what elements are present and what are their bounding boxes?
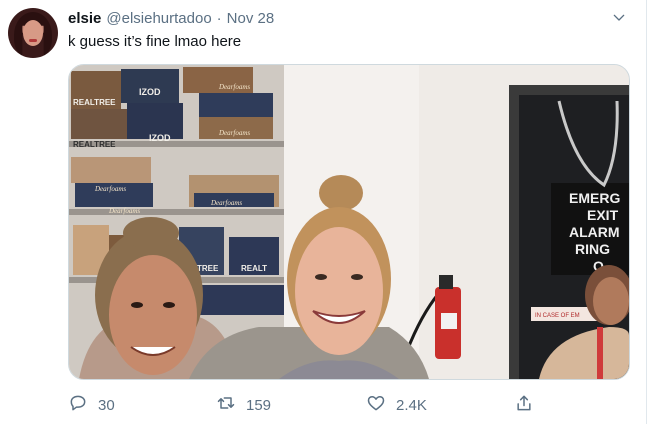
box-label: REALT: [241, 264, 267, 273]
box-label: Dearfoams: [210, 199, 242, 207]
box-label: Dearfoams: [108, 207, 140, 215]
reply-icon: [68, 393, 98, 417]
like-button[interactable]: 2.4K: [366, 392, 427, 418]
box-label: REALTREE: [73, 98, 116, 107]
retweet-count: 159: [246, 396, 272, 414]
author-handle[interactable]: @elsiehurtadoo: [106, 10, 211, 27]
timeline-divider: [646, 0, 647, 424]
tweet[interactable]: elsie @elsiehurtadoo · Nov 28 k guess it…: [0, 0, 646, 424]
author-name[interactable]: elsie: [68, 10, 101, 27]
retweet-button[interactable]: 159: [216, 392, 271, 418]
tweet-actions: 30 159 2.4K: [68, 392, 538, 418]
share-icon: [514, 393, 544, 417]
reply-button[interactable]: 30: [68, 392, 115, 418]
sign-line: EMERG: [569, 190, 620, 206]
avatar[interactable]: [8, 8, 58, 58]
box-label: IZOD: [149, 133, 171, 143]
box-label: TREE: [197, 264, 219, 273]
tweet-date[interactable]: Nov 28: [227, 10, 275, 27]
photo-scene: REALTREE IZOD REALTREE IZOD Dearfoams De…: [69, 65, 629, 379]
tweet-text: k guess it’s fine lmao here: [68, 33, 242, 50]
tweet-photo[interactable]: REALTREE IZOD REALTREE IZOD Dearfoams De…: [68, 64, 630, 380]
box-label: Dearfoams: [218, 129, 250, 137]
box-label: IZOD: [139, 87, 161, 97]
heart-icon: [366, 393, 396, 417]
box-label: Dearfoams: [94, 185, 126, 193]
reply-count: 30: [98, 396, 115, 414]
retweet-icon: [216, 393, 246, 417]
sign-line: RING: [575, 241, 610, 257]
separator-dot: ·: [216, 10, 222, 27]
box-label: Dearfoams: [218, 83, 250, 91]
share-button[interactable]: [514, 392, 544, 418]
box-label: REALTREE: [73, 140, 116, 149]
sign-line: ALARM: [569, 224, 620, 240]
sign-line: EXIT: [587, 207, 619, 223]
like-count: 2.4K: [396, 396, 427, 414]
sign-small: IN CASE OF EM: [535, 313, 580, 319]
chevron-down-icon[interactable]: [606, 8, 632, 28]
tweet-header: elsie @elsiehurtadoo · Nov 28: [68, 10, 274, 30]
